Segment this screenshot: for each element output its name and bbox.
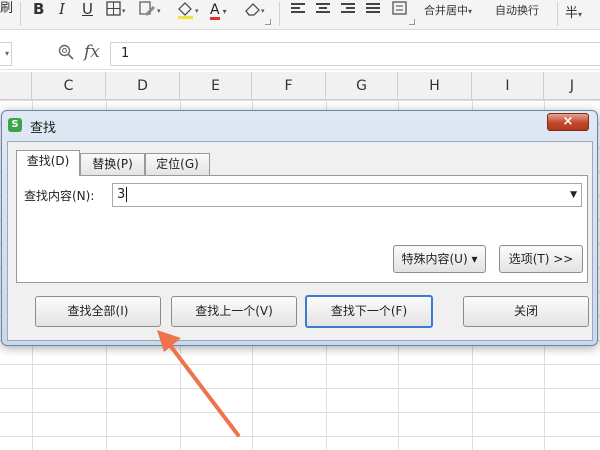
underline-button[interactable]: U (82, 0, 93, 18)
find-all-button[interactable]: 查找全部(I) (35, 296, 161, 327)
borders-icon[interactable]: ▾ (106, 1, 128, 19)
find-panel: 查找内容(N): 3 ▼ 特殊内容(U) ▾ 选项(T) >> (16, 175, 588, 283)
chevron-down-icon: ▾ (222, 7, 227, 16)
font-color-glyph: A (210, 2, 220, 20)
svg-text:▾: ▾ (157, 7, 161, 15)
column-header[interactable]: F (252, 72, 326, 100)
find-content-value: 3 (117, 187, 126, 202)
number-format-button[interactable]: 半▾ (565, 2, 582, 21)
chevron-down-icon: ▾ (578, 10, 583, 19)
dialog-launcher-icon[interactable] (409, 19, 415, 25)
dialog-body: 查找(D) 替换(P) 定位(G) 查找内容(N): 3 ▼ 特殊内容(U) ▾… (7, 141, 593, 341)
ribbon-toolbar: 刷 B I U ▾ ▾ ▾ A ▾ ▾ 合并居中▾ 自动换行 半▾ (0, 0, 600, 30)
merge-center-button[interactable]: 合并居中▾ (424, 2, 472, 18)
tab-replace[interactable]: 替换(P) (80, 153, 145, 175)
align-right-icon[interactable] (341, 3, 355, 15)
close-icon[interactable]: × (547, 113, 589, 131)
column-header[interactable]: G (326, 72, 398, 100)
ribbon-divider (279, 2, 280, 26)
dialog-title: 查找 (30, 121, 57, 136)
cell-style-icon[interactable]: ▾ (139, 1, 163, 19)
dialog-launcher-icon[interactable] (265, 19, 271, 25)
find-next-button[interactable]: 查找下一个(F) (305, 295, 433, 328)
column-header[interactable]: C (32, 72, 106, 100)
dialog-titlebar[interactable]: S 查找 × (2, 111, 597, 139)
column-header[interactable]: H (398, 72, 472, 100)
column-header[interactable]: I (472, 72, 544, 100)
ribbon-divider (20, 2, 21, 26)
wrap-text-button[interactable]: 自动换行 (495, 2, 539, 18)
column-header-row: C D E F G H I J (0, 72, 600, 100)
format-painter-label[interactable]: 刷 (0, 0, 13, 18)
name-box[interactable]: ▾ (0, 42, 12, 66)
chevron-down-icon: ▾ (468, 7, 473, 16)
align-left-icon[interactable] (291, 3, 305, 15)
zoom-search-icon[interactable] (58, 44, 74, 60)
text-caret (126, 187, 128, 202)
chevron-down-icon: ▾ (4, 49, 9, 58)
find-previous-button[interactable]: 查找上一个(V) (171, 296, 297, 327)
svg-text:▾: ▾ (195, 7, 199, 15)
formula-input[interactable]: 1 (110, 42, 600, 66)
ribbon-divider (557, 2, 558, 26)
function-icon[interactable]: fx (84, 42, 100, 62)
find-content-input[interactable]: 3 ▼ (112, 183, 582, 207)
tab-goto[interactable]: 定位(G) (145, 153, 210, 175)
find-content-label: 查找内容(N): (24, 189, 95, 203)
align-center-icon[interactable] (316, 3, 330, 15)
chevron-down-icon[interactable]: ▼ (570, 184, 577, 206)
column-header[interactable]: J (544, 72, 600, 100)
italic-button[interactable]: I (59, 0, 65, 18)
column-header-b[interactable] (0, 72, 32, 100)
svg-text:▾: ▾ (261, 7, 265, 15)
eraser-icon[interactable]: ▾ (243, 1, 269, 19)
options-button[interactable]: 选项(T) >> (499, 245, 583, 273)
fill-color-icon[interactable]: ▾ (176, 1, 202, 19)
font-color-button[interactable]: A ▾ (210, 0, 227, 20)
column-header[interactable]: E (180, 72, 252, 100)
close-button[interactable]: 关闭 (463, 296, 589, 327)
tab-find[interactable]: 查找(D) (16, 150, 80, 176)
distributed-align-icon[interactable] (392, 1, 408, 19)
svg-text:▾: ▾ (122, 7, 126, 15)
number-format-label: 半 (565, 6, 579, 21)
special-content-button[interactable]: 特殊内容(U) ▾ (393, 245, 486, 273)
wps-app-icon: S (8, 118, 22, 132)
column-header[interactable]: D (106, 72, 180, 100)
bold-button[interactable]: B (33, 0, 44, 18)
justify-icon[interactable] (366, 3, 380, 15)
find-dialog: S 查找 × 查找(D) 替换(P) 定位(G) 查找内容(N): 3 ▼ 特殊… (1, 110, 598, 346)
merge-center-label: 合并居中 (424, 4, 468, 17)
formula-bar: ▾ fx 1 (0, 38, 600, 70)
